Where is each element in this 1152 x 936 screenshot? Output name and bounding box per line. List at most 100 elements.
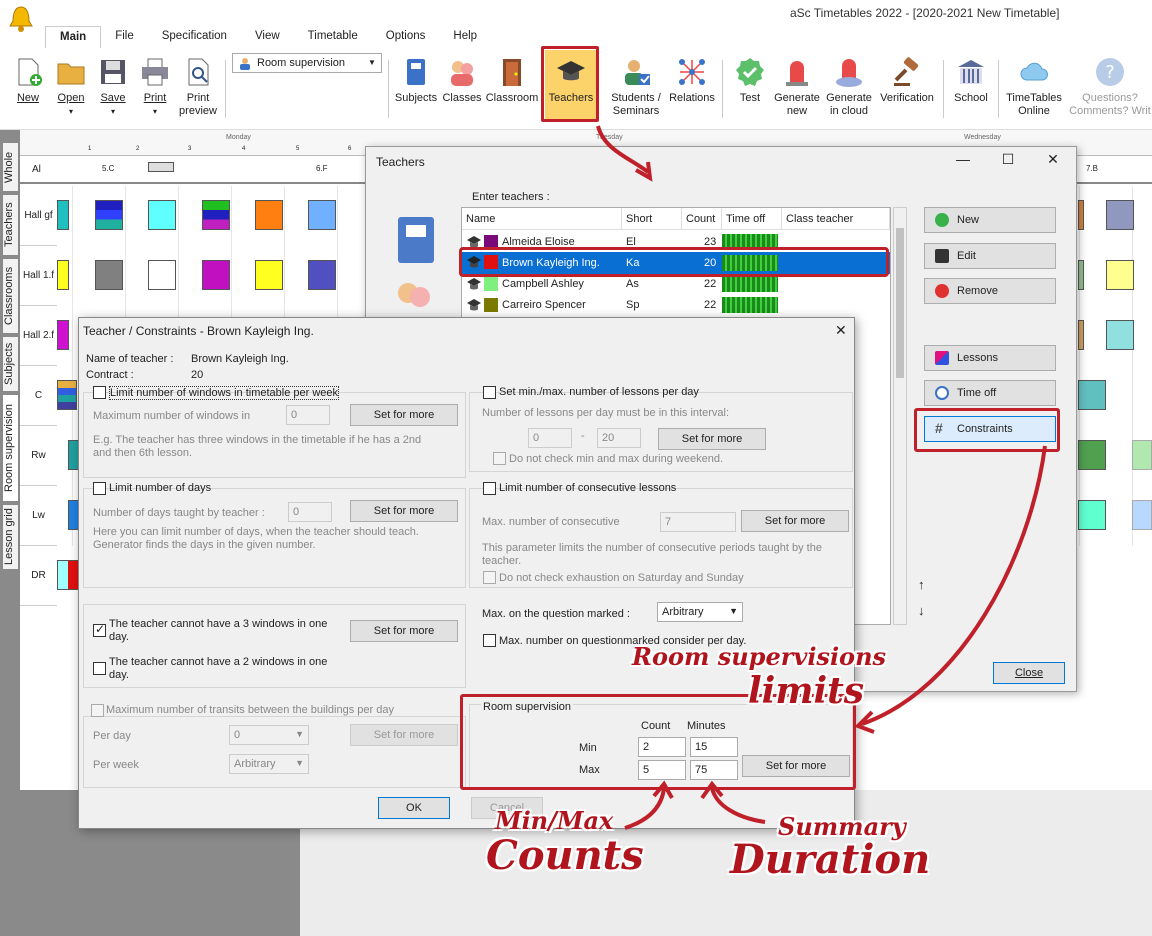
lesson-cell[interactable] <box>1132 500 1152 530</box>
transits-per-week-select[interactable]: Arbitrary ▼ <box>229 754 309 774</box>
menu-main[interactable]: Main <box>45 26 102 48</box>
vertical-scrollbar[interactable] <box>893 207 907 625</box>
move-up-icon[interactable]: ↑ <box>918 577 925 592</box>
lessons-per-day-checkbox[interactable] <box>483 386 496 399</box>
lesson-cell[interactable] <box>57 320 69 350</box>
tab-room-supervision[interactable]: Room supervision <box>2 394 19 502</box>
table-row[interactable]: Campbell Ashley As 22 <box>462 274 890 294</box>
classes-button[interactable]: Classes <box>441 56 483 105</box>
lesson-cell[interactable] <box>202 200 230 230</box>
time-off-button[interactable]: Time off <box>924 380 1056 406</box>
lesson-cell[interactable] <box>1106 320 1134 350</box>
menu-help[interactable]: Help <box>439 26 491 48</box>
generate-cloud-button[interactable]: Generate in cloud <box>824 56 874 118</box>
lesson-cell[interactable] <box>95 260 123 290</box>
days-taught-input[interactable]: 0 <box>288 502 332 522</box>
save-button[interactable]: Save ▾ <box>94 56 132 118</box>
lesson-cell[interactable] <box>1106 200 1134 230</box>
edit-teacher-button[interactable]: Edit <box>924 243 1056 269</box>
lesson-cell[interactable] <box>148 200 176 230</box>
tab-teachers[interactable]: Teachers <box>2 194 19 256</box>
column-header[interactable]: Count <box>682 208 722 230</box>
remove-teacher-button[interactable]: Remove <box>924 278 1056 304</box>
maximize-icon[interactable]: ☐ <box>993 151 1023 168</box>
column-header[interactable]: Class teacher <box>782 208 890 230</box>
lesson-cell[interactable] <box>1106 260 1134 290</box>
transits-checkbox[interactable] <box>91 704 104 717</box>
lesson-cell[interactable] <box>1078 500 1106 530</box>
new-button[interactable]: New <box>10 56 46 105</box>
set-for-more-button[interactable]: Set for more <box>350 724 458 746</box>
max-consecutive-input[interactable]: 7 <box>660 512 736 532</box>
lesson-cell[interactable] <box>1078 320 1084 350</box>
lesson-cell[interactable] <box>57 380 77 410</box>
close-icon[interactable]: ✕ <box>835 322 847 339</box>
classroom-button[interactable]: Classroom <box>484 56 540 105</box>
questionmarked-checkbox[interactable] <box>483 634 496 647</box>
two-windows-checkbox[interactable] <box>93 662 106 675</box>
limit-windows-checkbox[interactable] <box>93 386 106 399</box>
school-button[interactable]: School <box>948 56 994 105</box>
lesson-cell[interactable] <box>308 200 336 230</box>
set-for-more-button[interactable]: Set for more <box>741 510 849 532</box>
lesson-cell[interactable] <box>1078 440 1106 470</box>
lesson-cell[interactable] <box>1078 200 1084 230</box>
menu-view[interactable]: View <box>241 26 294 48</box>
lessons-button[interactable]: Lessons <box>924 345 1056 371</box>
limit-days-checkbox[interactable] <box>93 482 106 495</box>
move-down-icon[interactable]: ↓ <box>918 603 925 618</box>
test-button[interactable]: Test <box>730 56 770 105</box>
max-windows-input[interactable]: 0 <box>286 405 330 425</box>
table-row[interactable]: Carreiro Spencer Sp 22 <box>462 295 890 315</box>
scroll-thumb[interactable] <box>896 228 904 378</box>
close-icon[interactable]: ✕ <box>1038 151 1068 168</box>
column-header[interactable]: Name <box>462 208 622 230</box>
open-button[interactable]: Open ▾ <box>52 56 90 118</box>
lesson-cell[interactable] <box>1078 260 1084 290</box>
ok-button[interactable]: OK <box>378 797 450 819</box>
lesson-cell[interactable] <box>1132 440 1152 470</box>
set-for-more-button[interactable]: Set for more <box>350 500 458 522</box>
exhaustion-checkbox[interactable] <box>483 571 496 584</box>
transits-per-day-select[interactable]: 0 ▼ <box>229 725 309 745</box>
max-lessons-input[interactable]: 20 <box>597 428 641 448</box>
lesson-cell[interactable] <box>255 200 283 230</box>
tab-whole[interactable]: Whole <box>2 142 19 192</box>
minimize-icon[interactable]: — <box>948 151 978 167</box>
tab-subjects[interactable]: Subjects <box>2 336 19 392</box>
menu-options[interactable]: Options <box>372 26 440 48</box>
lesson-cell[interactable] <box>57 560 79 590</box>
lesson-cell[interactable] <box>95 200 123 230</box>
questions-button[interactable]: ? Questions? Comments? Writ <box>1068 56 1152 118</box>
generate-new-button[interactable]: Generate new <box>772 56 822 118</box>
lesson-cell[interactable] <box>255 260 283 290</box>
tab-lesson-grid[interactable]: Lesson grid <box>2 504 19 570</box>
set-for-more-button[interactable]: Set for more <box>350 404 458 426</box>
set-for-more-button[interactable]: Set for more <box>350 620 458 642</box>
students-seminars-button[interactable]: Students / Seminars <box>604 56 668 118</box>
tab-classrooms[interactable]: Classrooms <box>2 258 19 334</box>
min-lessons-input[interactable]: 0 <box>528 428 572 448</box>
consecutive-checkbox[interactable] <box>483 482 496 495</box>
weekend-checkbox[interactable] <box>493 452 506 465</box>
print-preview-button[interactable]: Print preview <box>176 56 220 118</box>
question-marked-select[interactable]: Arbitrary ▼ <box>657 602 743 622</box>
verification-button[interactable]: Verification <box>876 56 938 105</box>
close-button[interactable]: Close <box>993 662 1065 684</box>
print-button[interactable]: Print ▾ <box>136 56 174 118</box>
menu-file[interactable]: File <box>101 26 148 48</box>
relations-button[interactable]: Relations <box>666 56 718 105</box>
lesson-cell[interactable] <box>57 260 69 290</box>
new-teacher-button[interactable]: New <box>924 207 1056 233</box>
menu-specification[interactable]: Specification <box>148 26 241 48</box>
lesson-cell[interactable] <box>57 200 69 230</box>
timetables-online-button[interactable]: TimeTables Online <box>1002 56 1066 118</box>
set-for-more-button[interactable]: Set for more <box>658 428 766 450</box>
menu-timetable[interactable]: Timetable <box>294 26 372 48</box>
subjects-button[interactable]: Subjects <box>393 56 439 105</box>
lesson-cell[interactable] <box>202 260 230 290</box>
column-header[interactable]: Time off <box>722 208 782 230</box>
view-combo[interactable]: Room supervision ▼ <box>232 53 382 73</box>
lesson-cell[interactable] <box>148 260 176 290</box>
lesson-cell[interactable] <box>1078 380 1106 410</box>
